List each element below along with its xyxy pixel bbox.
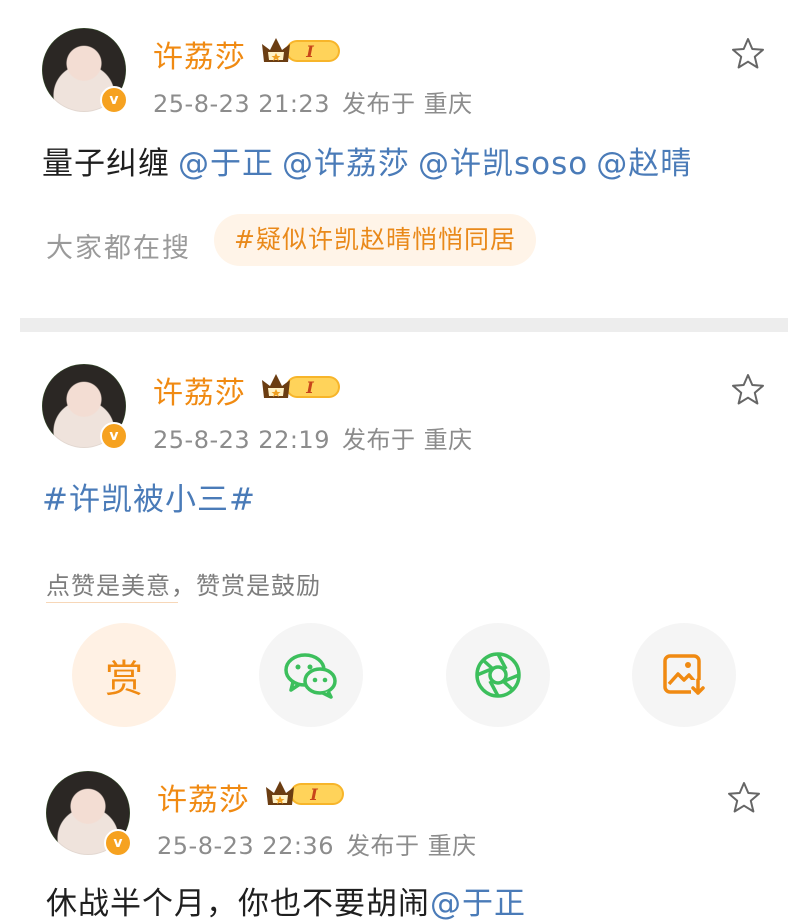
post-divider <box>20 318 788 332</box>
verified-badge-icon: v <box>100 86 128 114</box>
verified-badge-icon: v <box>100 422 128 450</box>
post-location: 发布于 重庆 <box>341 426 473 454</box>
wechat-icon <box>284 653 337 699</box>
author-name[interactable]: 许荔莎 <box>153 32 246 76</box>
post-content: 量子纠缠 @于正 @许荔莎 @许凯soso @赵晴 <box>42 138 692 183</box>
content-text: 量子纠缠 <box>42 146 170 182</box>
favorite-star-icon[interactable] <box>726 780 762 816</box>
post-meta: 25-8-23 21:23 发布于 重庆 <box>153 84 485 119</box>
reward-label: 赏 <box>104 656 143 701</box>
favorite-star-icon[interactable] <box>730 36 766 72</box>
post-time: 25-8-23 21:23 <box>153 90 330 118</box>
mention-link[interactable]: @于正 <box>430 886 526 922</box>
author-name[interactable]: 许荔莎 <box>153 368 246 412</box>
share-wechat-button[interactable] <box>259 623 363 727</box>
vip-level-text: I <box>309 785 318 804</box>
mention-link[interactable]: @许荔莎 <box>282 146 410 182</box>
trending-search-label: 大家都在搜 <box>46 233 191 264</box>
trending-search-tag[interactable]: #疑似许凯赵晴悄悄同居 <box>214 214 536 266</box>
post-meta: 25-8-23 22:36 发布于 重庆 <box>157 826 489 861</box>
mention-link[interactable]: @于正 <box>178 146 274 182</box>
content-text: 休战半个月，你也不要胡闹 <box>46 886 430 922</box>
vip-crown-badge-icon[interactable]: I <box>264 777 346 809</box>
vip-crown-badge-icon[interactable]: I <box>260 370 342 402</box>
topic-hashtag-link[interactable]: #许凯被小三# <box>42 482 256 518</box>
mention-link[interactable]: @赵晴 <box>596 146 692 182</box>
vip-level-text: I <box>305 42 314 61</box>
tip-underline <box>46 602 178 603</box>
reward-tip: 点赞是美意，赞赏是鼓励 <box>46 572 321 600</box>
post-time: 25-8-23 22:19 <box>153 426 330 454</box>
avatar[interactable]: v <box>42 28 128 114</box>
post-location: 发布于 重庆 <box>341 90 473 118</box>
moments-icon <box>475 652 521 698</box>
avatar[interactable]: v <box>46 771 132 857</box>
vip-crown-badge-icon[interactable]: I <box>260 34 342 66</box>
post-meta: 25-8-23 22:19 发布于 重庆 <box>153 420 485 455</box>
post-time: 25-8-23 22:36 <box>157 832 334 860</box>
save-image-icon <box>663 654 705 696</box>
post-content: #许凯被小三# <box>42 474 256 519</box>
post-location: 发布于 重庆 <box>345 832 477 860</box>
post-1: v 许荔莎 I 25-8-23 21:23 发布于 重庆 量子纠缠 @于正 @许荔莎 @… <box>0 0 800 318</box>
mention-link[interactable]: @许凯soso <box>418 146 588 182</box>
avatar[interactable]: v <box>42 364 128 450</box>
post-content: 休战半个月，你也不要胡闹@于正 <box>46 878 526 923</box>
vip-level-text: I <box>305 378 314 397</box>
save-image-button[interactable] <box>632 623 736 727</box>
favorite-star-icon[interactable] <box>730 372 766 408</box>
verified-badge-icon: v <box>104 829 132 857</box>
author-name[interactable]: 许荔莎 <box>157 775 250 819</box>
reward-button[interactable]: 赏 <box>72 623 176 727</box>
share-moments-button[interactable] <box>446 623 550 727</box>
